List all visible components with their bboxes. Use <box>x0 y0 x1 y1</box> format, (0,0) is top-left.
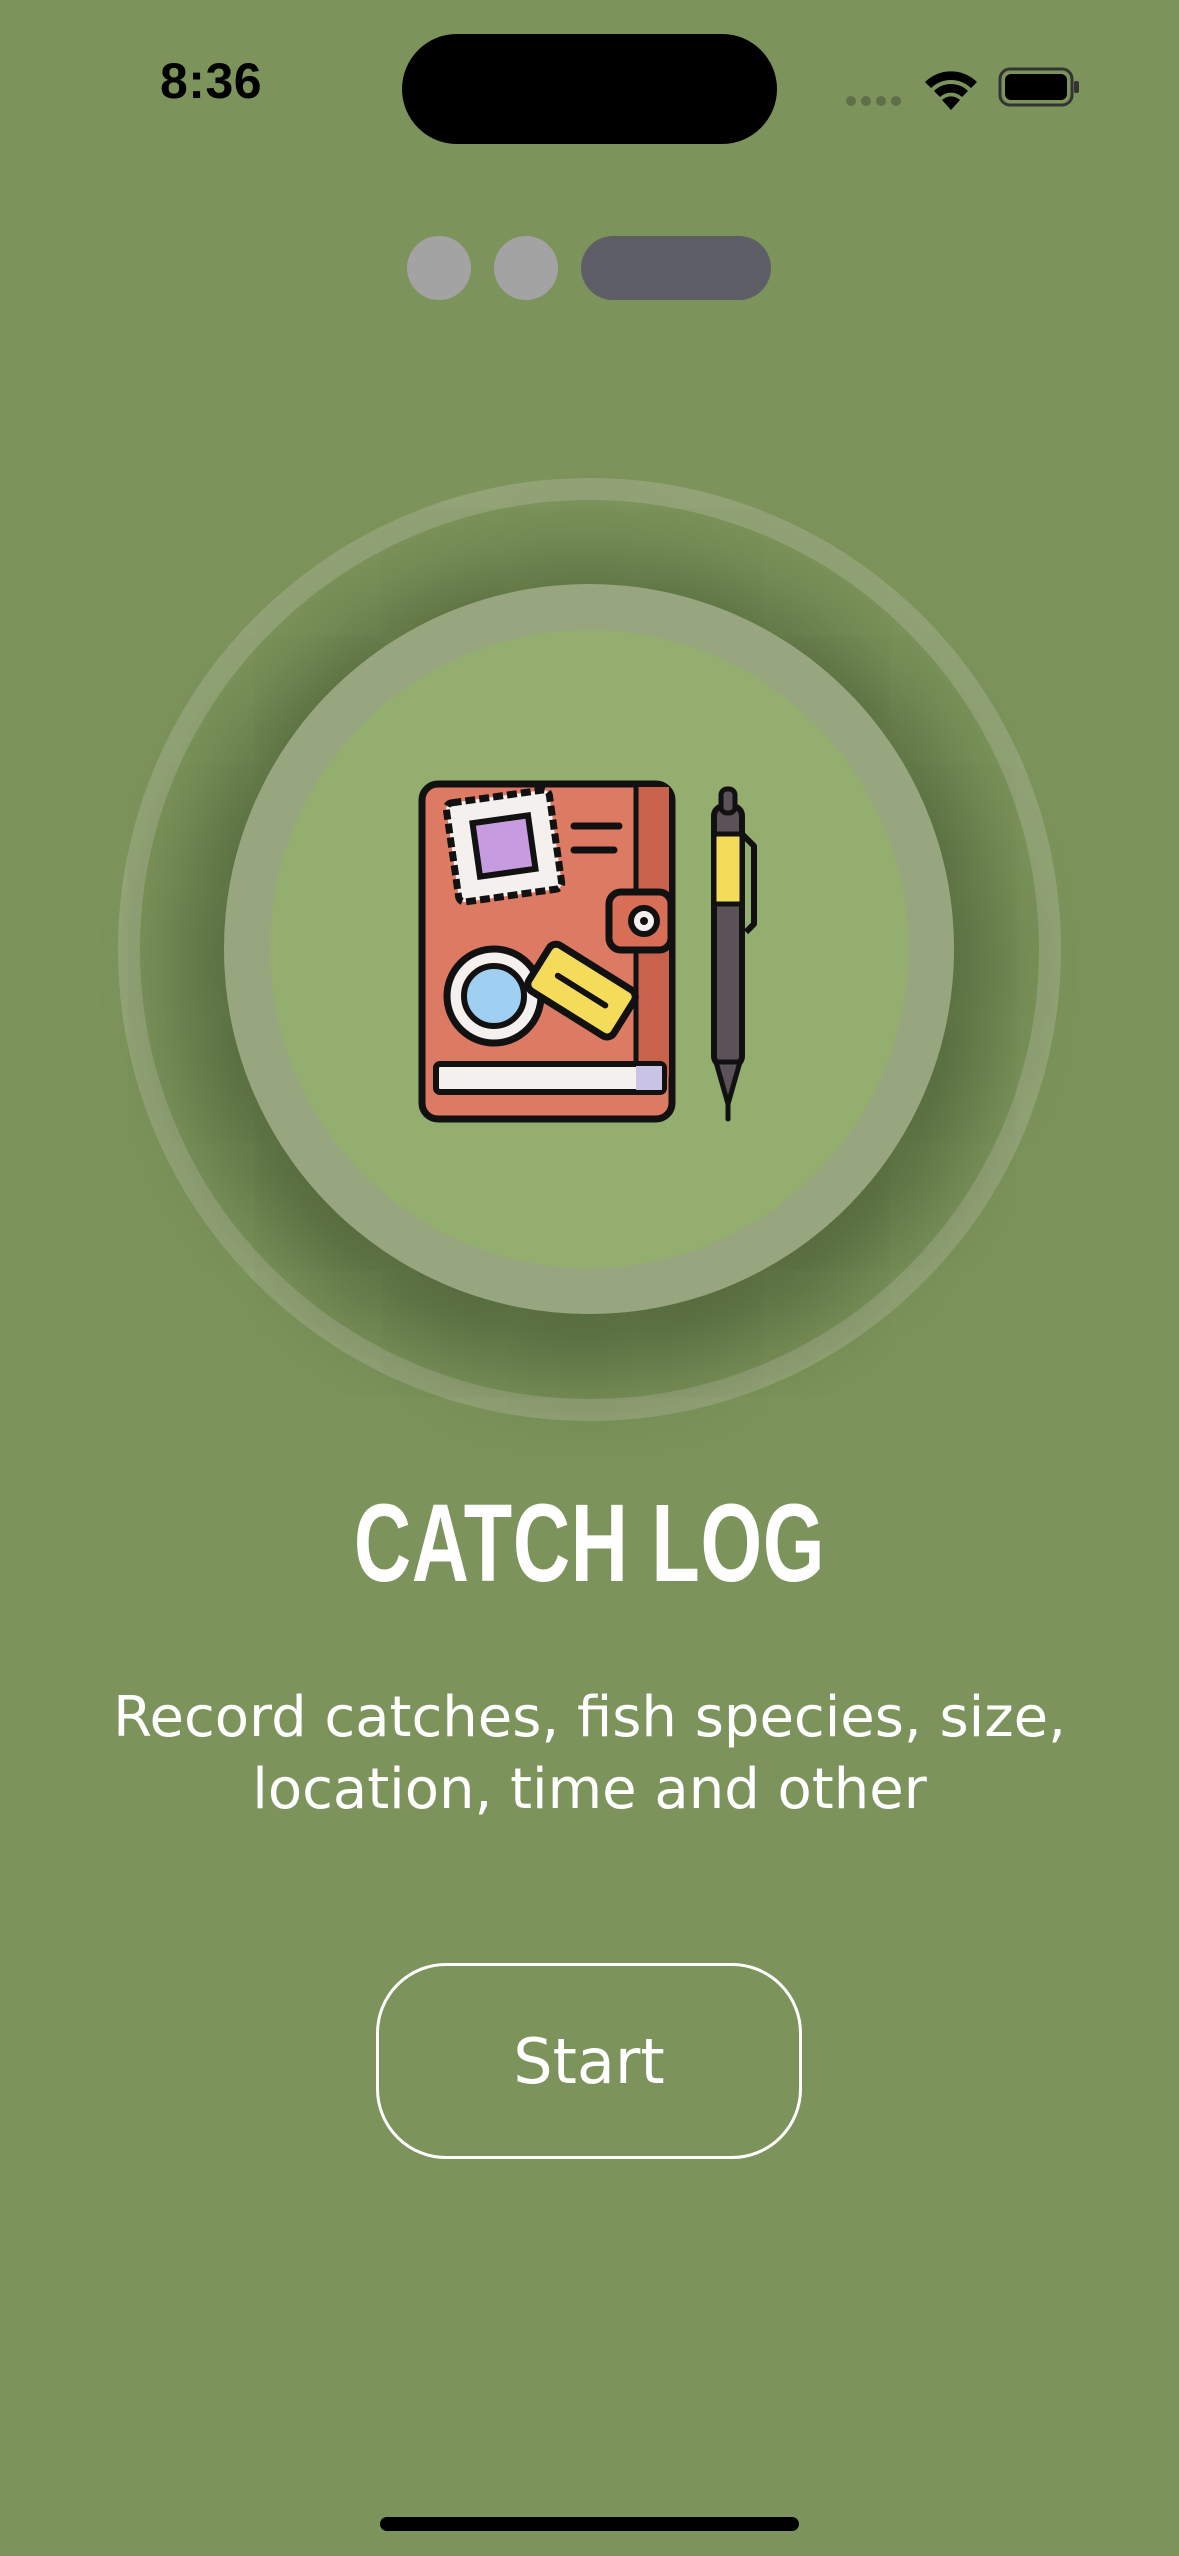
description-line-2: location, time and other <box>252 1757 927 1822</box>
start-button[interactable]: Start <box>376 1963 802 2159</box>
page-dot-2[interactable] <box>494 236 558 300</box>
page-title: CATCH LOG <box>353 1482 826 1605</box>
dynamic-island <box>402 34 777 144</box>
wifi-icon <box>925 71 977 110</box>
battery-icon <box>998 67 1079 107</box>
description-line-1: Record catches, fish species, size, <box>113 1685 1066 1750</box>
journal-with-pen-icon <box>418 780 757 1123</box>
status-time: 8:36 <box>160 53 263 109</box>
page-dot-active[interactable] <box>581 236 771 300</box>
home-indicator[interactable] <box>380 2517 799 2531</box>
cellular-signal-icon <box>846 96 901 106</box>
page-description: Record catches, fish species, size, loca… <box>60 1682 1119 1826</box>
page-dot-1[interactable] <box>407 236 471 300</box>
